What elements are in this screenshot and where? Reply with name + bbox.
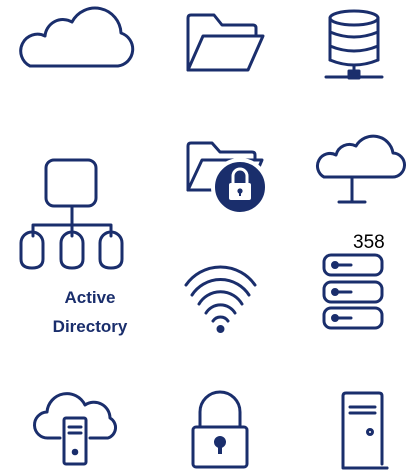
- active-directory-icon: [19, 158, 124, 270]
- lock-badge-icon: [211, 158, 269, 216]
- active-directory-label-line1: Active: [64, 288, 116, 307]
- cloud-icon: [19, 6, 135, 68]
- cloud-server-icon: [33, 392, 117, 466]
- padlock-icon: [191, 390, 249, 469]
- icon-grid: [19, 6, 406, 470]
- active-directory-label-line2: Directory: [52, 317, 128, 336]
- folder-icon: [186, 13, 265, 72]
- tower-server-icon: [341, 391, 389, 470]
- server-rack-icon: [322, 253, 384, 330]
- database-server-icon: [324, 9, 384, 80]
- badge-number: 358: [353, 232, 385, 253]
- cloud-network-icon: [315, 134, 406, 204]
- wifi-icon: [184, 265, 257, 333]
